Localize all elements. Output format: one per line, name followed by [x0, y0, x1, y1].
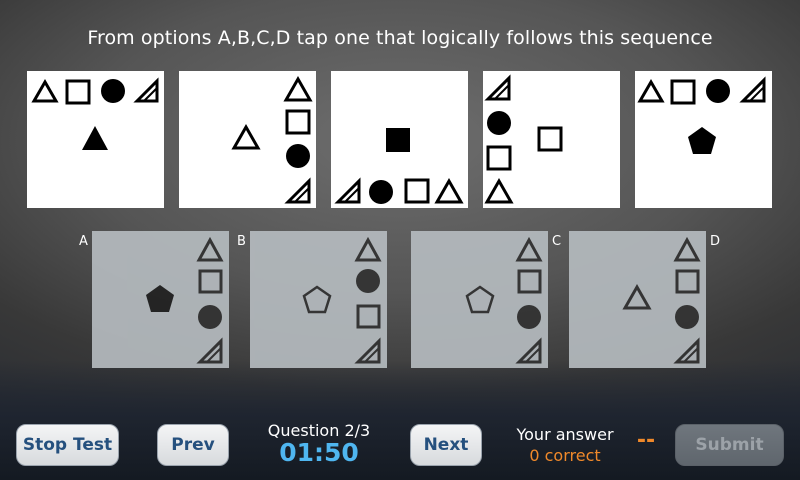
option-b-card[interactable]: [250, 231, 387, 368]
right-triangle-icon: [739, 76, 766, 103]
option-c-card[interactable]: [411, 231, 548, 368]
square-outline-icon: [675, 269, 700, 294]
option-c-letter: C: [552, 234, 562, 249]
square-outline-icon: [65, 79, 91, 105]
circle-filled-icon: [356, 269, 380, 293]
next-button[interactable]: Next: [410, 424, 482, 466]
submit-button[interactable]: Submit: [675, 424, 784, 466]
circle-filled-icon: [369, 180, 393, 204]
sequence-card-2: [179, 71, 316, 208]
triangle-outline-icon: [196, 236, 224, 262]
stop-test-button[interactable]: Stop Test: [16, 424, 119, 466]
correct-count: 0 correct: [529, 446, 601, 465]
circle-filled-icon: [101, 79, 125, 103]
right-triangle-icon: [334, 177, 361, 204]
right-triangle-icon: [484, 74, 511, 101]
circle-filled-icon: [286, 144, 310, 168]
circle-filled-icon: [198, 305, 222, 329]
option-b-letter: B: [237, 234, 246, 249]
square-outline-icon: [537, 126, 563, 152]
sequence-card-4: [483, 71, 620, 208]
right-triangle-icon: [196, 337, 223, 364]
square-filled-icon: [386, 128, 410, 152]
right-triangle-icon: [515, 337, 542, 364]
square-outline-icon: [198, 269, 223, 294]
sequence-card-3: [331, 71, 468, 208]
triangle-outline-icon: [434, 177, 464, 204]
circle-filled-icon: [675, 305, 699, 329]
sequence-card-5: [635, 71, 772, 208]
option-d-letter: D: [710, 234, 721, 249]
square-outline-icon: [285, 109, 311, 135]
pentagon-outline-icon: [302, 285, 332, 314]
answer-value: --: [636, 428, 656, 453]
triangle-outline-icon: [673, 236, 701, 262]
triangle-outline-icon: [515, 236, 543, 262]
sequence-card-1: [27, 71, 164, 208]
right-triangle-icon: [354, 337, 381, 364]
triangle-filled-icon: [82, 126, 108, 150]
triangle-outline-icon: [283, 75, 313, 102]
square-outline-icon: [356, 304, 381, 329]
triangle-outline-icon: [484, 177, 514, 204]
pentagon-outline-icon: [465, 285, 495, 314]
right-triangle-icon: [133, 77, 159, 103]
circle-filled-icon: [487, 111, 511, 135]
triangle-outline-icon: [231, 123, 261, 150]
option-a-letter: A: [79, 234, 88, 249]
triangle-outline-icon: [637, 79, 665, 103]
square-outline-icon: [404, 178, 430, 204]
prev-button[interactable]: Prev: [157, 424, 229, 466]
your-answer-label: Your answer: [516, 425, 614, 444]
option-a-card[interactable]: [92, 231, 229, 368]
question-text: From options A,B,C,D tap one that logica…: [87, 27, 713, 49]
right-triangle-icon: [673, 337, 700, 364]
circle-filled-icon: [517, 305, 541, 329]
square-outline-icon: [670, 79, 696, 105]
option-d-card[interactable]: [569, 231, 706, 368]
square-outline-icon: [517, 269, 542, 294]
square-outline-icon: [486, 145, 512, 171]
right-triangle-icon: [284, 177, 311, 204]
circle-filled-icon: [706, 79, 730, 103]
timer: 01:50: [279, 438, 359, 467]
triangle-outline-icon: [31, 79, 59, 103]
pentagon-filled-icon: [146, 285, 174, 312]
triangle-outline-icon: [622, 283, 652, 310]
pentagon-filled-icon: [688, 127, 716, 154]
triangle-outline-icon: [354, 236, 382, 262]
